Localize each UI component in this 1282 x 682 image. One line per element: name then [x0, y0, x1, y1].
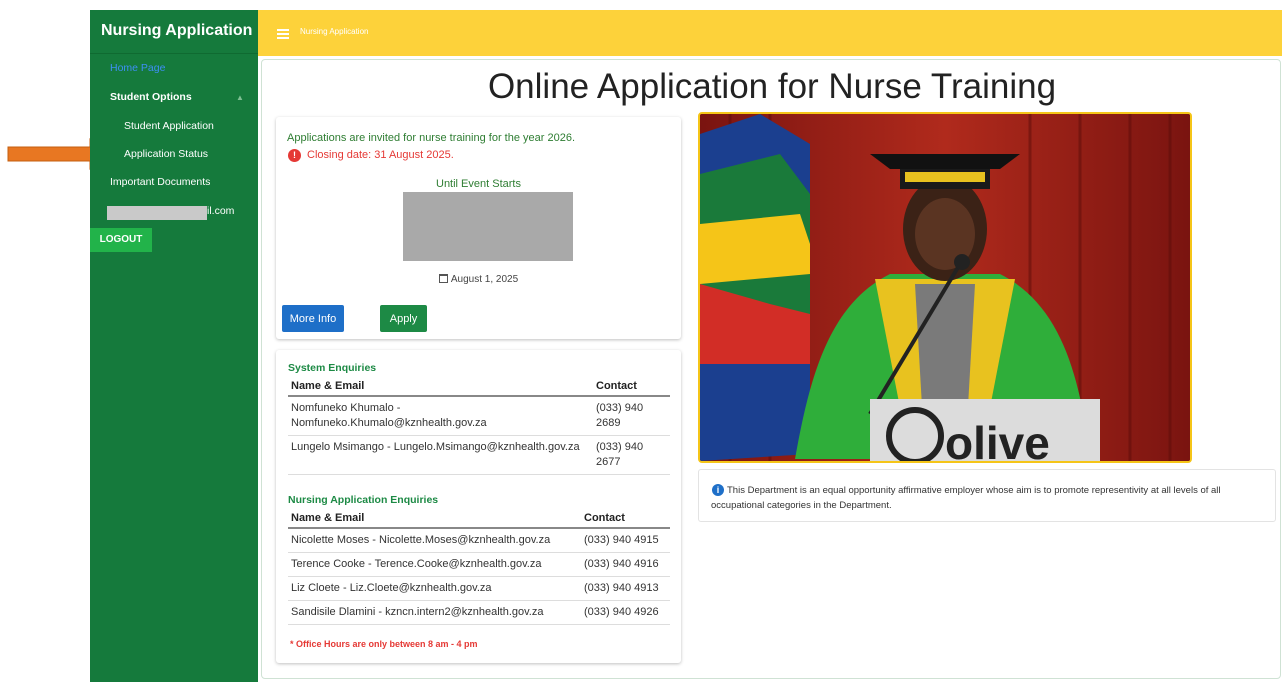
column-header: Name & Email: [288, 509, 581, 529]
system-enquiries-table: Name & Email Contact Nomfuneko Khumalo -…: [288, 377, 670, 475]
menu-icon[interactable]: [277, 29, 289, 41]
table-row: Nomfuneko Khumalo - Nomfuneko.Khumalo@kz…: [288, 396, 670, 436]
countdown-label: Until Event Starts: [436, 178, 521, 190]
redacted-email-mask: [107, 206, 207, 220]
chevron-up-icon[interactable]: ▲: [236, 93, 244, 102]
contact-phone: (033) 940 4915: [581, 528, 670, 553]
table-row: Terence Cooke - Terence.Cooke@kznhealth.…: [288, 552, 670, 577]
sidebar-title: Nursing Application: [90, 10, 258, 54]
user-email: il.com: [207, 205, 235, 217]
contact-name-email: Nicolette Moses - Nicolette.Moses@kznhea…: [288, 528, 581, 553]
header-title: Nursing Application: [300, 27, 369, 36]
contact-phone: (033) 940 4916: [581, 552, 670, 577]
more-info-button[interactable]: More Info: [282, 305, 344, 332]
logout-button[interactable]: LOGOUT: [90, 228, 152, 252]
event-date: August 1, 2025: [276, 274, 681, 285]
sidebar: Nursing Application Home Page Student Op…: [90, 10, 258, 682]
table-header-row: Name & Email Contact: [288, 377, 670, 397]
nursing-enquiries-title: Nursing Application Enquiries: [288, 494, 439, 506]
alert-icon: !: [288, 149, 301, 162]
event-date-text: August 1, 2025: [450, 274, 519, 285]
sidebar-item-important-documents[interactable]: Important Documents: [110, 176, 278, 188]
contact-name-email: Liz Cloete - Liz.Cloete@kznhealth.gov.za: [288, 576, 581, 601]
table-row: Sandisile Dlamini - kzncn.intern2@kznhea…: [288, 600, 670, 625]
equal-opportunity-notice: i This Department is an equal opportunit…: [698, 469, 1276, 522]
table-row: Lungelo Msimango - Lungelo.Msimango@kznh…: [288, 435, 670, 475]
contact-name-email: Sandisile Dlamini - kzncn.intern2@kznhea…: [288, 600, 581, 625]
application-card: Applications are invited for nurse train…: [276, 117, 681, 339]
contact-phone: (033) 940 2677: [593, 435, 670, 475]
system-enquiries-title: System Enquiries: [288, 362, 377, 374]
calendar-icon: [438, 274, 448, 283]
closing-date: Closing date: 31 August 2025.: [307, 149, 454, 161]
top-header: Nursing Application: [258, 10, 1282, 56]
table-row: Liz Cloete - Liz.Cloete@kznhealth.gov.za…: [288, 576, 670, 601]
office-hours-note: * Office Hours are only between 8 am - 4…: [290, 639, 478, 649]
nursing-enquiries-table: Name & Email Contact Nicolette Moses - N…: [288, 509, 670, 625]
graduation-photo: olive: [698, 112, 1192, 463]
notice-text: This Department is an equal opportunity …: [711, 485, 1221, 511]
column-header: Name & Email: [288, 377, 593, 397]
column-header: Contact: [593, 377, 670, 397]
table-header-row: Name & Email Contact: [288, 509, 670, 529]
page-title: Online Application for Nurse Training: [487, 67, 1057, 106]
screen: Nursing Application Home Page Student Op…: [0, 0, 1282, 682]
podium-text: olive: [945, 417, 1050, 461]
contact-name-email: Terence Cooke - Terence.Cooke@kznhealth.…: [288, 552, 581, 577]
sidebar-item-home[interactable]: Home Page: [110, 62, 278, 74]
table-row: Nicolette Moses - Nicolette.Moses@kznhea…: [288, 528, 670, 553]
graduation-photo-illustration: olive: [700, 114, 1190, 461]
contact-phone: (033) 940 2689: [593, 396, 670, 436]
contact-name-email: Nomfuneko Khumalo - Nomfuneko.Khumalo@kz…: [288, 396, 593, 436]
contact-name-email: Lungelo Msimango - Lungelo.Msimango@kznh…: [288, 435, 593, 475]
sidebar-item-student-options[interactable]: Student Options: [110, 91, 278, 103]
countdown-redacted: [403, 192, 573, 261]
apply-button[interactable]: Apply: [380, 305, 427, 332]
main-content: Online Application for Nurse Training Ap…: [261, 59, 1281, 679]
contact-phone: (033) 940 4926: [581, 600, 670, 625]
contact-phone: (033) 940 4913: [581, 576, 670, 601]
column-header: Contact: [581, 509, 670, 529]
invite-text: Applications are invited for nurse train…: [287, 132, 575, 144]
enquiries-card: System Enquiries Name & Email Contact No…: [276, 350, 681, 663]
